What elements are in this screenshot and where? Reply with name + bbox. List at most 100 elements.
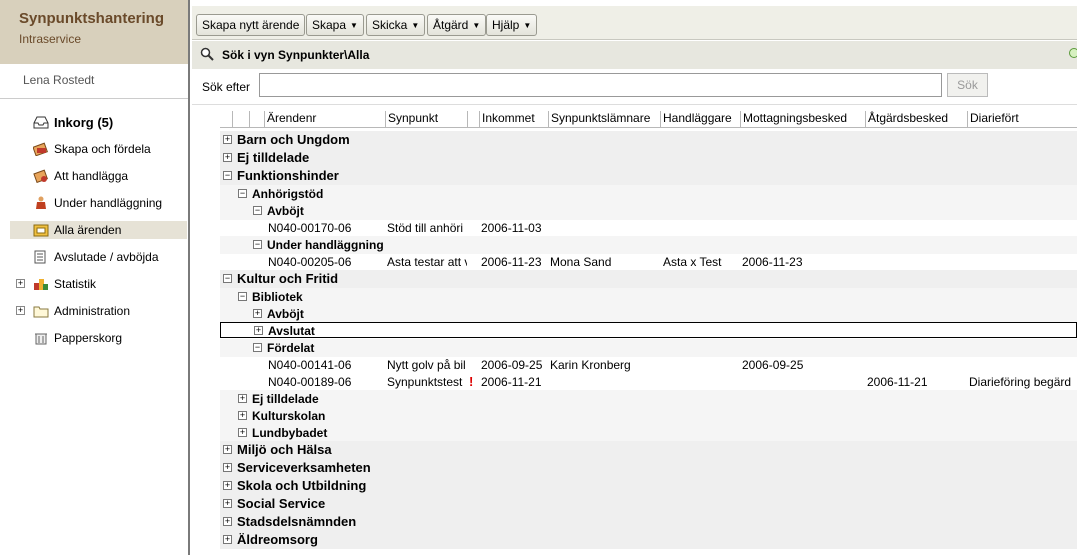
group-label: Avslutat xyxy=(268,324,315,338)
expand-icon[interactable]: + xyxy=(223,481,232,490)
group-row[interactable]: + Ej tilldelade xyxy=(220,149,1077,167)
sidebar-item-create-distribute[interactable]: Skapa och fördela xyxy=(10,140,187,158)
column-header-registered[interactable]: Diariefört xyxy=(967,111,1077,127)
expand-icon[interactable]: + xyxy=(223,135,232,144)
table-cell: N040-00205-06 xyxy=(268,255,352,269)
column-header-received[interactable]: Inkommet xyxy=(479,111,548,127)
status-indicator-icon xyxy=(1069,48,1077,58)
dropdown-arrow-icon: ▼ xyxy=(523,20,532,30)
column-header-feedback[interactable]: Synpunkt xyxy=(385,111,467,127)
expand-icon[interactable]: + xyxy=(253,309,262,318)
column-header-case-number[interactable]: Ärendenr xyxy=(264,111,385,127)
group-label: Social Service xyxy=(237,496,326,511)
table-row[interactable]: N040-00141-06 Nytt golv på bil 2006-09-25 K… xyxy=(220,356,1077,374)
group-row[interactable]: − Avböjt xyxy=(220,202,1077,220)
sidebar-item-folder[interactable]: + Administration xyxy=(10,302,187,320)
group-label: Ej tilldelade xyxy=(252,392,319,406)
group-row[interactable]: − Fördelat xyxy=(220,339,1077,357)
column-header-receipt-notice[interactable]: Mottagningsbesked xyxy=(740,111,865,127)
search-button[interactable]: Sök xyxy=(947,73,988,97)
sidebar-item-inbox[interactable]: Inkorg (5) xyxy=(10,113,187,131)
group-label: Miljö och Hälsa xyxy=(237,442,332,457)
expand-icon[interactable]: + xyxy=(16,279,25,288)
group-row[interactable]: + Barn och Ungdom xyxy=(220,131,1077,149)
group-row[interactable]: + Avslutat xyxy=(220,322,1077,338)
collapse-icon[interactable]: − xyxy=(223,274,232,283)
group-row[interactable]: − Funktionshinder xyxy=(220,167,1077,185)
collapse-icon[interactable]: − xyxy=(223,171,232,180)
group-label: Under handläggning xyxy=(267,238,384,252)
search-label: Sök efter xyxy=(202,80,251,94)
sidebar-item-statistics[interactable]: + Statistik xyxy=(10,275,187,293)
group-row[interactable]: + Ej tilldelade xyxy=(220,390,1077,408)
column-header-flag[interactable] xyxy=(467,111,479,127)
search-input[interactable] xyxy=(259,73,942,97)
statistics-icon xyxy=(32,276,50,292)
action-menu-button[interactable]: Åtgärd ▼ xyxy=(427,14,487,36)
left-pane: Synpunktshantering Intraservice Lena Ros… xyxy=(0,0,190,555)
expand-icon[interactable]: + xyxy=(223,445,232,454)
sidebar-item-to-handle[interactable]: Att handlägga xyxy=(10,167,187,185)
expand-icon[interactable]: + xyxy=(238,411,247,420)
sidebar-item-all-cases[interactable]: Alla ärenden xyxy=(10,221,187,239)
column-header-handler[interactable]: Handläggare xyxy=(660,111,740,127)
create-label: Skapa xyxy=(312,18,347,32)
group-row[interactable]: − Bibliotek xyxy=(220,288,1077,306)
expand-icon[interactable]: + xyxy=(238,428,247,437)
group-label: Stadsdelsnämnden xyxy=(237,514,357,529)
table-cell: 2006-11-23 xyxy=(481,255,542,269)
sidebar-item-label: Papperskorg xyxy=(54,331,123,345)
group-row[interactable]: − Anhörigstöd xyxy=(220,185,1077,203)
table-row[interactable]: N040-00189-06 Synpunktstest 2006-11-21 2006… xyxy=(220,373,1077,391)
sidebar-item-closed-cases[interactable]: Avslutade / avböjda xyxy=(10,248,187,266)
column-header-submitter[interactable]: Synpunktslämnare xyxy=(548,111,660,127)
sidebar-item-trash[interactable]: Papperskorg xyxy=(10,329,187,347)
table-cell: 2006-11-03 xyxy=(481,221,542,235)
group-label: Äldreomsorg xyxy=(237,532,318,547)
create-menu-button[interactable]: Skapa ▼ xyxy=(306,14,364,36)
group-row[interactable]: + Lundbybadet xyxy=(220,424,1077,442)
group-row[interactable]: + Miljö och Hälsa xyxy=(220,441,1077,459)
case-tree-grid: + Barn och Ungdom + Ej tilldelade − Funktions… xyxy=(220,131,1077,555)
group-row[interactable]: + Kulturskolan xyxy=(220,407,1077,425)
view-title: Sök i vyn Synpunkter\Alla xyxy=(222,48,370,62)
column-header-action-notice[interactable]: Åtgärdsbesked xyxy=(865,111,967,127)
collapse-icon[interactable]: − xyxy=(253,206,262,215)
table-row[interactable]: N040-00205-06 Asta testar att v 2006-11-23… xyxy=(220,253,1077,271)
expand-icon[interactable]: + xyxy=(223,499,232,508)
expand-icon[interactable]: + xyxy=(254,326,263,335)
view-header: Sök i vyn Synpunkter\Alla xyxy=(192,41,1077,69)
table-cell: Stöd till anhöri xyxy=(387,221,464,235)
group-row[interactable]: − Under handläggning xyxy=(220,236,1077,254)
group-row[interactable]: + Stadsdelsnämnden xyxy=(220,513,1077,531)
sidebar-item-person-working[interactable]: Under handläggning xyxy=(10,194,187,212)
collapse-icon[interactable]: − xyxy=(253,240,262,249)
collapse-icon[interactable]: − xyxy=(238,189,247,198)
table-row[interactable]: N040-00170-06 Stöd till anhöri 2006-11-03 xyxy=(220,219,1077,237)
group-label: Avböjt xyxy=(267,307,304,321)
group-row[interactable]: + Avböjt xyxy=(220,305,1077,323)
group-label: Anhörigstöd xyxy=(252,187,324,201)
collapse-icon[interactable]: − xyxy=(238,292,247,301)
column-header-spacer xyxy=(249,111,259,127)
expand-icon[interactable]: + xyxy=(223,463,232,472)
group-row[interactable]: + Social Service xyxy=(220,495,1077,513)
group-row[interactable]: + Skola och Utbildning xyxy=(220,477,1077,495)
expand-icon[interactable]: + xyxy=(223,535,232,544)
help-menu-button[interactable]: Hjälp ▼ xyxy=(486,14,538,36)
group-label: Avböjt xyxy=(267,204,304,218)
create-case-button[interactable]: Skapa nytt ärende xyxy=(196,14,306,36)
expand-icon[interactable]: + xyxy=(223,517,232,526)
collapse-icon[interactable]: − xyxy=(253,343,262,352)
send-menu-button[interactable]: Skicka ▼ xyxy=(366,14,426,36)
expand-icon[interactable]: + xyxy=(238,394,247,403)
sidebar-item-label: Administration xyxy=(54,304,131,318)
group-row[interactable]: − Kultur och Fritid xyxy=(220,270,1077,288)
table-cell: Asta x Test xyxy=(663,255,722,269)
group-row[interactable]: + Serviceverksamheten xyxy=(220,459,1077,477)
expand-icon[interactable]: + xyxy=(16,306,25,315)
table-cell: N040-00170-06 xyxy=(268,221,352,235)
expand-icon[interactable]: + xyxy=(223,153,232,162)
table-cell: Synpunktstest xyxy=(387,375,463,389)
group-row[interactable]: + Äldreomsorg xyxy=(220,531,1077,549)
